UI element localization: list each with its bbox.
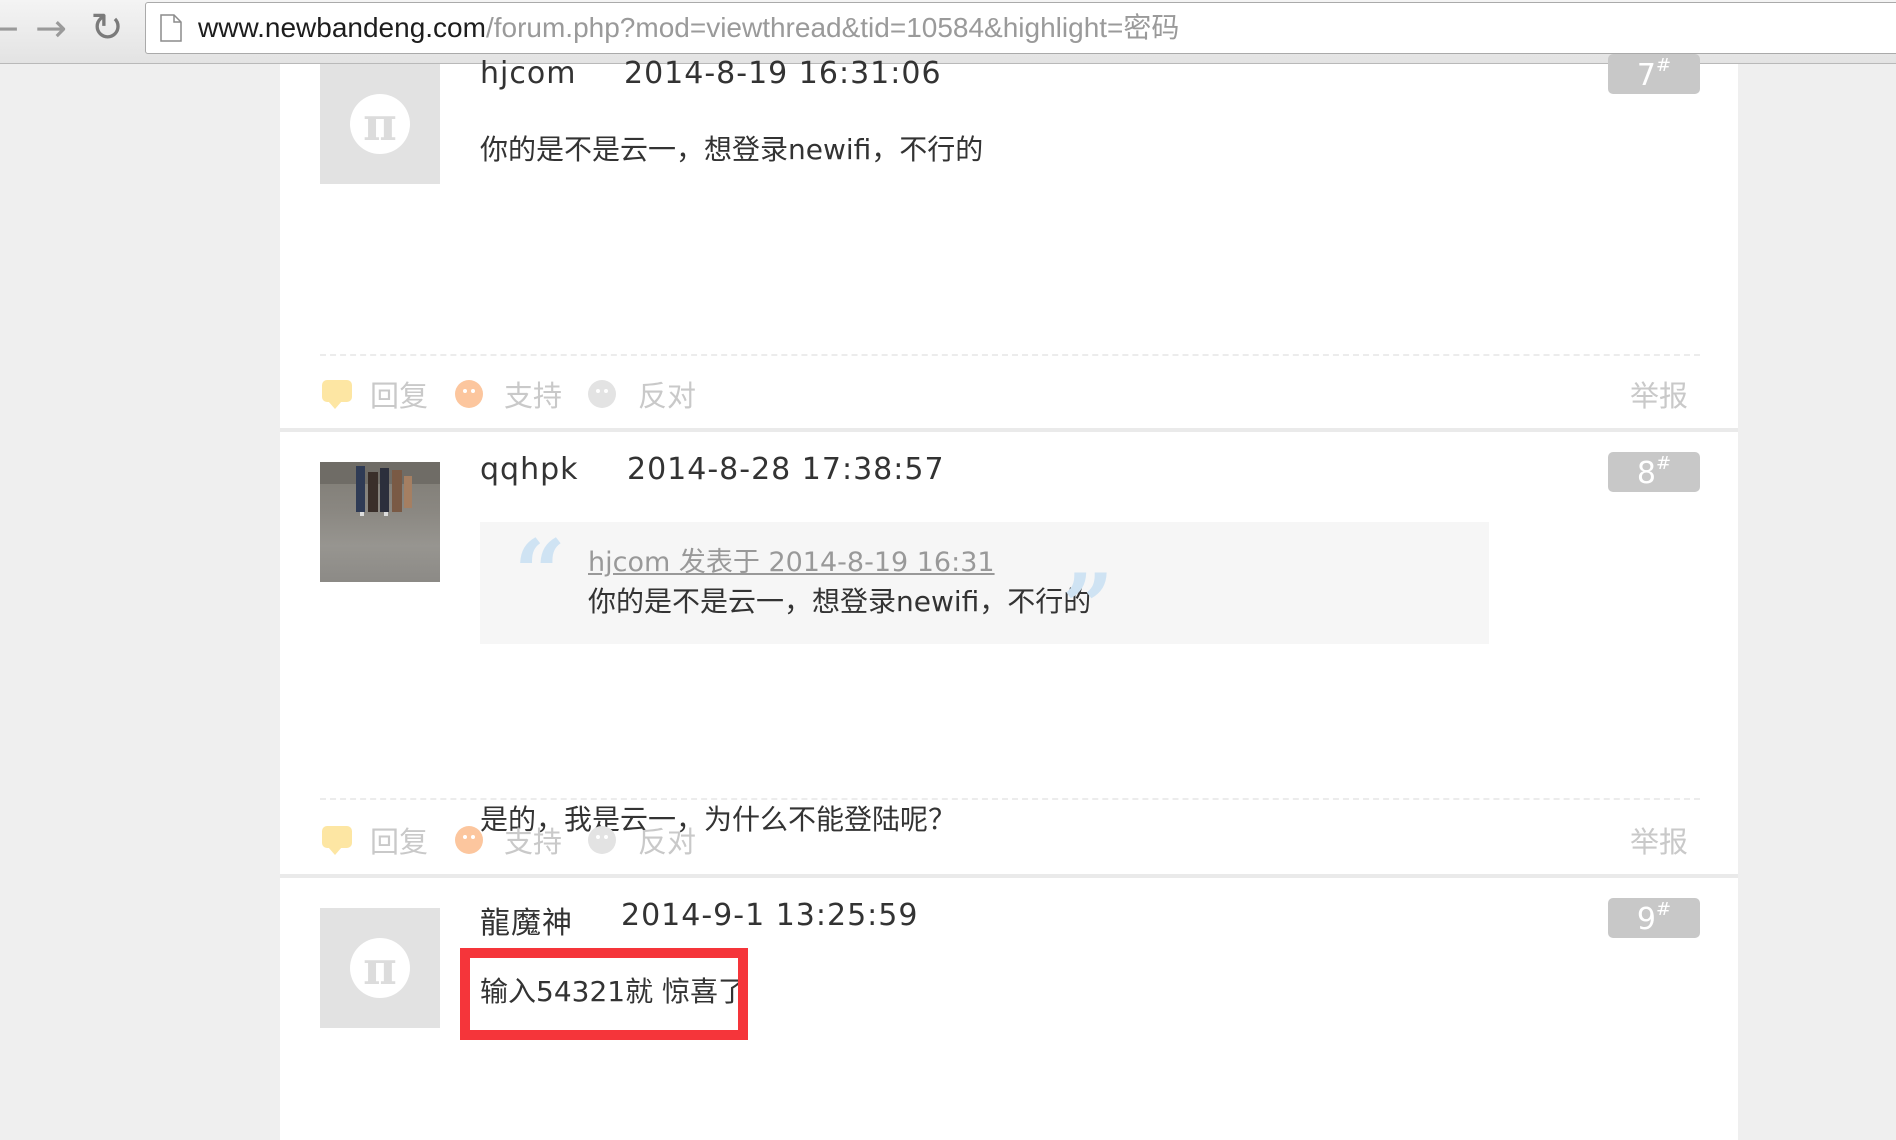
report-link[interactable]: 举报 <box>1630 373 1688 415</box>
post-7: π hjcom 2014-8-19 16:31:06 7# 你的是不是云一，想登… <box>280 54 1738 428</box>
forward-arrow-icon[interactable]: → <box>26 6 76 50</box>
url-text[interactable]: www.newbandeng.com/forum.php?mod=viewthr… <box>198 3 1179 53</box>
quote-block: “ hjcom 发表于 2014-8-19 16:31 你的是不是云一，想登录n… <box>480 520 1489 652</box>
floor-mark: # <box>1656 899 1672 920</box>
post-time: 2014-8-19 16:31:06 <box>624 56 942 91</box>
post-author[interactable]: qqhpk <box>480 452 579 487</box>
post-9: π 龍魔神 2014-9-1 13:25:59 9# 输入54321就 惊喜了 <box>280 878 1738 1140</box>
oppose-icon[interactable] <box>588 826 616 854</box>
floor-badge[interactable]: 7# <box>1608 54 1700 94</box>
reply-link[interactable]: 回复 <box>370 373 428 415</box>
support-link[interactable]: 支持 <box>504 373 562 415</box>
reload-icon[interactable]: ↻ <box>82 6 132 50</box>
support-link[interactable]: 支持 <box>504 819 562 861</box>
avatar[interactable]: π <box>320 64 440 184</box>
address-bar[interactable]: www.newbandeng.com/forum.php?mod=viewthr… <box>145 2 1896 54</box>
support-icon[interactable] <box>455 380 483 408</box>
floor-badge[interactable]: 9# <box>1608 898 1700 938</box>
post-divider <box>320 798 1700 800</box>
post-time: 2014-8-28 17:38:57 <box>627 452 945 487</box>
close-quote-icon: ” <box>1062 554 1114 660</box>
quote-text: 你的是不是云一，想登录newifi，不行的 <box>588 585 1092 618</box>
default-avatar-icon: π <box>350 938 410 998</box>
avatar[interactable]: π <box>320 908 440 1028</box>
reply-icon[interactable] <box>322 826 352 855</box>
floor-number: 9 <box>1636 902 1656 937</box>
post-author[interactable]: hjcom <box>480 56 576 91</box>
floor-mark: # <box>1656 55 1672 76</box>
thread-content: π hjcom 2014-8-19 16:31:06 7# 你的是不是云一，想登… <box>280 54 1738 1140</box>
oppose-link[interactable]: 反对 <box>638 819 696 861</box>
avatar-photo <box>320 462 440 516</box>
oppose-link[interactable]: 反对 <box>638 373 696 415</box>
url-host: www.newbandeng.com <box>198 12 486 43</box>
support-icon[interactable] <box>455 826 483 854</box>
post-8: qqhpk 2014-8-28 17:38:57 8# “ hjcom 发表于 … <box>280 432 1738 874</box>
floor-number: 7 <box>1636 58 1656 93</box>
post-author[interactable]: 龍魔神 <box>480 898 573 942</box>
default-avatar-icon: π <box>350 94 410 154</box>
reply-icon[interactable] <box>322 380 352 409</box>
floor-mark: # <box>1656 453 1672 474</box>
url-path: /forum.php?mod=viewthread&tid=10584&high… <box>485 12 1180 43</box>
avatar[interactable] <box>320 462 440 582</box>
open-quote-icon: “ <box>514 520 566 626</box>
quote-source-link[interactable]: hjcom 发表于 2014-8-19 16:31 <box>588 540 995 579</box>
back-arrow-icon[interactable]: ← <box>0 6 28 50</box>
floor-badge[interactable]: 8# <box>1608 452 1700 492</box>
report-link[interactable]: 举报 <box>1630 819 1688 861</box>
post-divider <box>320 354 1700 356</box>
highlight-box <box>460 948 748 1040</box>
floor-number: 8 <box>1636 456 1656 491</box>
page-icon <box>160 14 182 42</box>
post-message: 你的是不是云一，想登录newifi，不行的 <box>480 133 984 166</box>
reply-link[interactable]: 回复 <box>370 819 428 861</box>
post-time: 2014-9-1 13:25:59 <box>621 898 919 933</box>
oppose-icon[interactable] <box>588 380 616 408</box>
